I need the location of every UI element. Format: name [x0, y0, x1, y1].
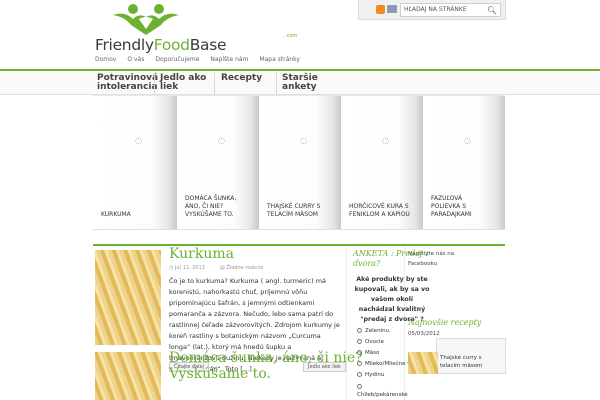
- latest-recipe-thumbnail[interactable]: [408, 352, 438, 374]
- radio-icon[interactable]: [357, 339, 362, 344]
- nav-label: intolerancia: [97, 82, 158, 92]
- title-line: Domáca šunka, áno, či nie?: [169, 350, 363, 366]
- loading-icon: ◌: [464, 136, 471, 145]
- article-title[interactable]: Kurkuma: [169, 246, 234, 262]
- nav-label: Recepty: [221, 73, 263, 83]
- latest-date: 05/03/2012: [408, 331, 440, 337]
- topnav-about[interactable]: O vás: [127, 56, 144, 63]
- option-label: Mäso: [365, 350, 380, 356]
- logo-wordmark: FriendlyFoodBase: [95, 36, 227, 54]
- search-input[interactable]: HĽADAJ NA STRÁNKE 🔍︎: [400, 3, 501, 17]
- latest-recipes-heading: Najnovšie recepty: [408, 318, 482, 327]
- top-navigation: Domov O vás Doporučujeme Napíšte nám Map…: [95, 56, 311, 63]
- slide[interactable]: ◌ THAJSKÉ CURRY S TELACÍM MÄSOM: [259, 95, 341, 230]
- date-text: Júl 11, 2013: [174, 265, 205, 271]
- search-placeholder: HĽADAJ NA STRÁNKE: [404, 6, 467, 13]
- article-thumbnail[interactable]: [95, 250, 161, 345]
- option-label: Chlieb/pekárenské výrobky: [357, 392, 408, 398]
- rss-icon[interactable]: [376, 5, 385, 14]
- nav-divider: [276, 73, 277, 95]
- loading-icon: ◌: [382, 136, 389, 145]
- nav-label: liek: [160, 82, 179, 92]
- topnav-contact[interactable]: Napíšte nám: [210, 56, 248, 63]
- poll-option[interactable]: Zeleninu: [357, 328, 389, 334]
- loading-icon: ◌: [300, 136, 307, 145]
- facebook-text: Facebooku: [408, 261, 438, 267]
- poll-option[interactable]: Hydinu: [357, 372, 384, 378]
- article-title[interactable]: Domáca šunka, áno, či nie? Vyskúšame to.: [169, 350, 363, 382]
- main-navigation: Potravinová intolerancia Jedlo ako liek …: [0, 69, 600, 95]
- topnav-home[interactable]: Domov: [95, 56, 116, 63]
- article-comments[interactable]: ▤ Žiadne reakcie: [220, 265, 263, 271]
- slide-caption: DOMÁCA ŠUNKA, ÁNO, ČI NIE? VYSKÚŠAME TO.: [185, 195, 237, 218]
- slide-caption: HORČICOVÉ KURA S FENIKLOM A KAPIOU: [349, 203, 410, 218]
- poll-option[interactable]: Mäso: [357, 350, 379, 356]
- loading-icon: ◌: [218, 136, 225, 145]
- radio-icon[interactable]: [357, 350, 362, 355]
- slide-caption: FAZUĽOVÁ POLIEVKA S PARADAJKAMI: [431, 195, 472, 218]
- content-divider: [93, 244, 505, 246]
- article-date: ◷ Júl 11, 2013: [169, 265, 205, 271]
- nav-divider: [154, 73, 155, 95]
- option-label: Hydinu: [365, 372, 385, 378]
- radio-icon[interactable]: [357, 328, 362, 333]
- nav-item-food-as-medicine[interactable]: Jedlo ako liek: [160, 74, 206, 92]
- title-line: Vyskúšame to.: [169, 366, 271, 382]
- mail-icon[interactable]: [387, 5, 397, 13]
- nav-divider: [214, 73, 215, 95]
- nav-item-recipes[interactable]: Recepty: [221, 74, 262, 83]
- radio-icon[interactable]: [357, 384, 362, 389]
- option-label: Zeleninu: [365, 328, 390, 334]
- featured-slider: ◌ KURKUMA ◌ DOMÁCA ŠUNKA, ÁNO, ČI NIE? V…: [93, 95, 505, 230]
- logo-hearts-icon: [113, 4, 179, 35]
- slide[interactable]: ◌ DOMÁCA ŠUNKA, ÁNO, ČI NIE? VYSKÚŠAME T…: [177, 95, 259, 230]
- topnav-sitemap[interactable]: Mapa stránky: [259, 56, 299, 63]
- comments-text: Žiadne reakcie: [226, 265, 264, 271]
- nav-item-intolerance[interactable]: Potravinová intolerancia: [97, 74, 158, 92]
- site-logo[interactable]: FriendlyFoodBase .com: [95, 3, 297, 55]
- radio-icon[interactable]: [357, 372, 362, 377]
- logo-suffix: .com: [285, 33, 298, 39]
- option-label: Ovocie: [365, 339, 384, 345]
- search-area: HĽADAJ NA STRÁNKE 🔍︎: [358, 0, 506, 20]
- article-thumbnail[interactable]: [95, 352, 161, 400]
- topnav-recommend[interactable]: Doporučujeme: [155, 56, 199, 63]
- slide[interactable]: ◌ FAZUĽOVÁ POLIEVKA S PARADAJKAMI: [423, 95, 505, 230]
- search-icon[interactable]: 🔍︎: [487, 6, 497, 15]
- slide[interactable]: ◌ HORČICOVÉ KURA S FENIKLOM A KAPIOU: [341, 95, 423, 230]
- facebook-text: Navštívte nás na: [408, 251, 455, 257]
- poll-option[interactable]: Ovocie: [357, 339, 384, 345]
- nav-item-older-polls[interactable]: Staršie ankety: [282, 74, 318, 92]
- poll-option[interactable]: Chlieb/pekárenské výrobky: [357, 383, 413, 400]
- latest-recipe-link[interactable]: Thajské curry s telacím mäsom: [440, 354, 502, 370]
- loading-icon: ◌: [135, 136, 142, 145]
- nav-label: ankety: [282, 82, 317, 92]
- slide-caption: KURKUMA: [101, 211, 131, 218]
- slide-caption: THAJSKÉ CURRY S TELACÍM MÄSOM: [267, 203, 321, 218]
- facebook-link[interactable]: Navštívte nás na Facebooku: [408, 249, 454, 269]
- slide[interactable]: ◌ KURKUMA: [93, 95, 177, 230]
- radio-icon[interactable]: [357, 361, 362, 366]
